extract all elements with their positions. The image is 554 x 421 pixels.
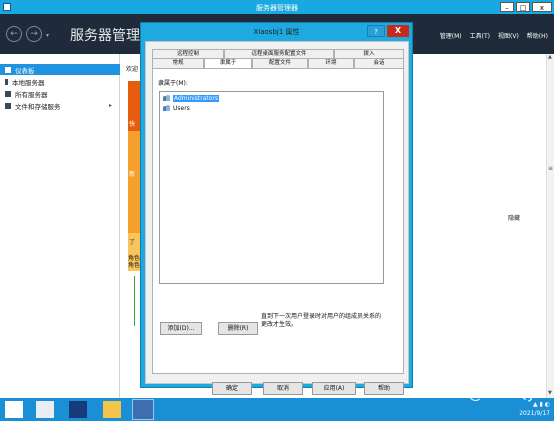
sidebar: 仪表板 本地服务器 所有服务器 文件和存储服务 ▸ — [0, 54, 120, 398]
group-icon — [163, 105, 171, 112]
group-name: Administrators — [173, 95, 220, 102]
group-icon — [163, 95, 171, 102]
cancel-button[interactable]: 取消 — [263, 382, 303, 395]
member-of-panel: 隶属于(M): Administrators Users 添加(D)... 删除… — [152, 68, 404, 374]
file-explorer-icon[interactable] — [103, 401, 121, 418]
system-tray: ▲ ▮ ◐ 2021/9/17 — [519, 400, 550, 418]
apply-button[interactable]: 应用(A) — [312, 382, 356, 395]
powershell-icon[interactable] — [69, 401, 87, 418]
clock-date[interactable]: 2021/9/17 — [519, 409, 550, 418]
window-titlebar: 服务器管理器 – □ x — [0, 0, 554, 14]
storage-icon — [5, 102, 11, 109]
properties-dialog: Xiaosbj1 属性 ? X 远程控制 远程桌面服务配置文件 拨入 常规 隶属… — [140, 22, 413, 395]
tab-sessions[interactable]: 会话 — [354, 58, 404, 68]
list-item[interactable]: Administrators — [163, 94, 220, 103]
tile-label: 了 — [129, 239, 136, 246]
menu-tools[interactable]: 工具(T) — [470, 31, 490, 40]
add-button[interactable]: 添加(D)... — [160, 322, 202, 335]
dialog-help-button[interactable]: ? — [367, 25, 385, 37]
roles-subheading: 角色 — [128, 262, 141, 269]
tab-profile[interactable]: 配置文件 — [252, 58, 308, 68]
hide-link[interactable]: 隐藏 — [508, 213, 520, 222]
whats-new-tile[interactable]: 新 — [128, 131, 140, 191]
maximize-button[interactable]: □ — [516, 2, 530, 12]
sidebar-item-dashboard[interactable]: 仪表板 — [0, 64, 120, 75]
watermark: CSDN @LSZQJ — [414, 383, 534, 402]
users-computers-icon[interactable] — [132, 399, 154, 420]
dialog-body: 远程控制 远程桌面服务配置文件 拨入 常规 隶属于 配置文件 环境 会话 隶属于… — [145, 41, 409, 395]
menu-view[interactable]: 视图(V) — [498, 31, 519, 40]
quick-start-tile[interactable]: 快 — [128, 81, 140, 131]
sidebar-item-label: 所有服务器 — [15, 90, 48, 99]
sidebar-item-label: 仪表板 — [15, 66, 35, 75]
chevron-right-icon: ▸ — [108, 102, 112, 109]
sidebar-item-file-storage[interactable]: 文件和存储服务 ▸ — [0, 100, 120, 111]
sidebar-item-label: 文件和存储服务 — [15, 102, 61, 111]
sidebar-item-local-server[interactable]: 本地服务器 — [0, 76, 120, 87]
dashboard-icon — [5, 66, 11, 73]
menu-manage[interactable]: 管理(M) — [440, 31, 462, 40]
group-name: Users — [173, 105, 190, 112]
welcome-heading: 欢迎 — [126, 66, 139, 73]
window-controls: – □ x — [500, 2, 552, 12]
chevron-down-icon[interactable]: ▾ — [46, 32, 49, 39]
learn-more-tile[interactable] — [128, 191, 140, 233]
back-button[interactable]: ← — [6, 26, 22, 42]
menu-bar: 管理(M) 工具(T) 视图(V) 帮助(H) — [440, 31, 548, 40]
sidebar-item-all-servers[interactable]: 所有服务器 — [0, 88, 120, 99]
start-icon[interactable] — [5, 401, 23, 418]
dialog-close-button[interactable]: X — [387, 25, 409, 37]
tab-environment[interactable]: 环境 — [308, 58, 354, 68]
forward-button[interactable]: → — [26, 26, 42, 42]
server-icon — [5, 78, 8, 85]
close-button[interactable]: x — [532, 2, 552, 12]
vertical-scrollbar[interactable]: ▲ ≡ ▼ — [546, 54, 554, 398]
minimize-button[interactable]: – — [500, 2, 514, 12]
tab-row-front: 常规 隶属于 配置文件 环境 会话 — [152, 58, 404, 69]
remove-button[interactable]: 删除(R) — [218, 322, 258, 335]
ok-button[interactable]: 确定 — [212, 382, 252, 395]
tile-label: 快 — [129, 121, 136, 128]
window-title: 服务器管理器 — [256, 4, 298, 12]
server-manager-icon[interactable] — [36, 401, 54, 418]
member-of-label: 隶属于(M): — [158, 80, 188, 87]
membership-note: 直到下一次用户登录时对用户的组成员关系的更改才生效。 — [261, 313, 382, 328]
sidebar-item-label: 本地服务器 — [12, 78, 45, 87]
help-button[interactable]: 帮助 — [364, 382, 404, 395]
tab-general[interactable]: 常规 — [152, 58, 204, 68]
list-item[interactable]: Users — [163, 104, 190, 113]
member-of-list[interactable]: Administrators Users — [159, 91, 384, 284]
scroll-down-icon[interactable]: ▼ — [548, 390, 552, 396]
menu-help[interactable]: 帮助(H) — [527, 31, 548, 40]
status-line — [134, 276, 135, 326]
scroll-grip-icon[interactable]: ≡ — [548, 165, 553, 172]
tile-label: 新 — [129, 171, 136, 178]
scroll-up-icon[interactable]: ▲ — [548, 54, 552, 60]
servers-icon — [5, 90, 11, 97]
